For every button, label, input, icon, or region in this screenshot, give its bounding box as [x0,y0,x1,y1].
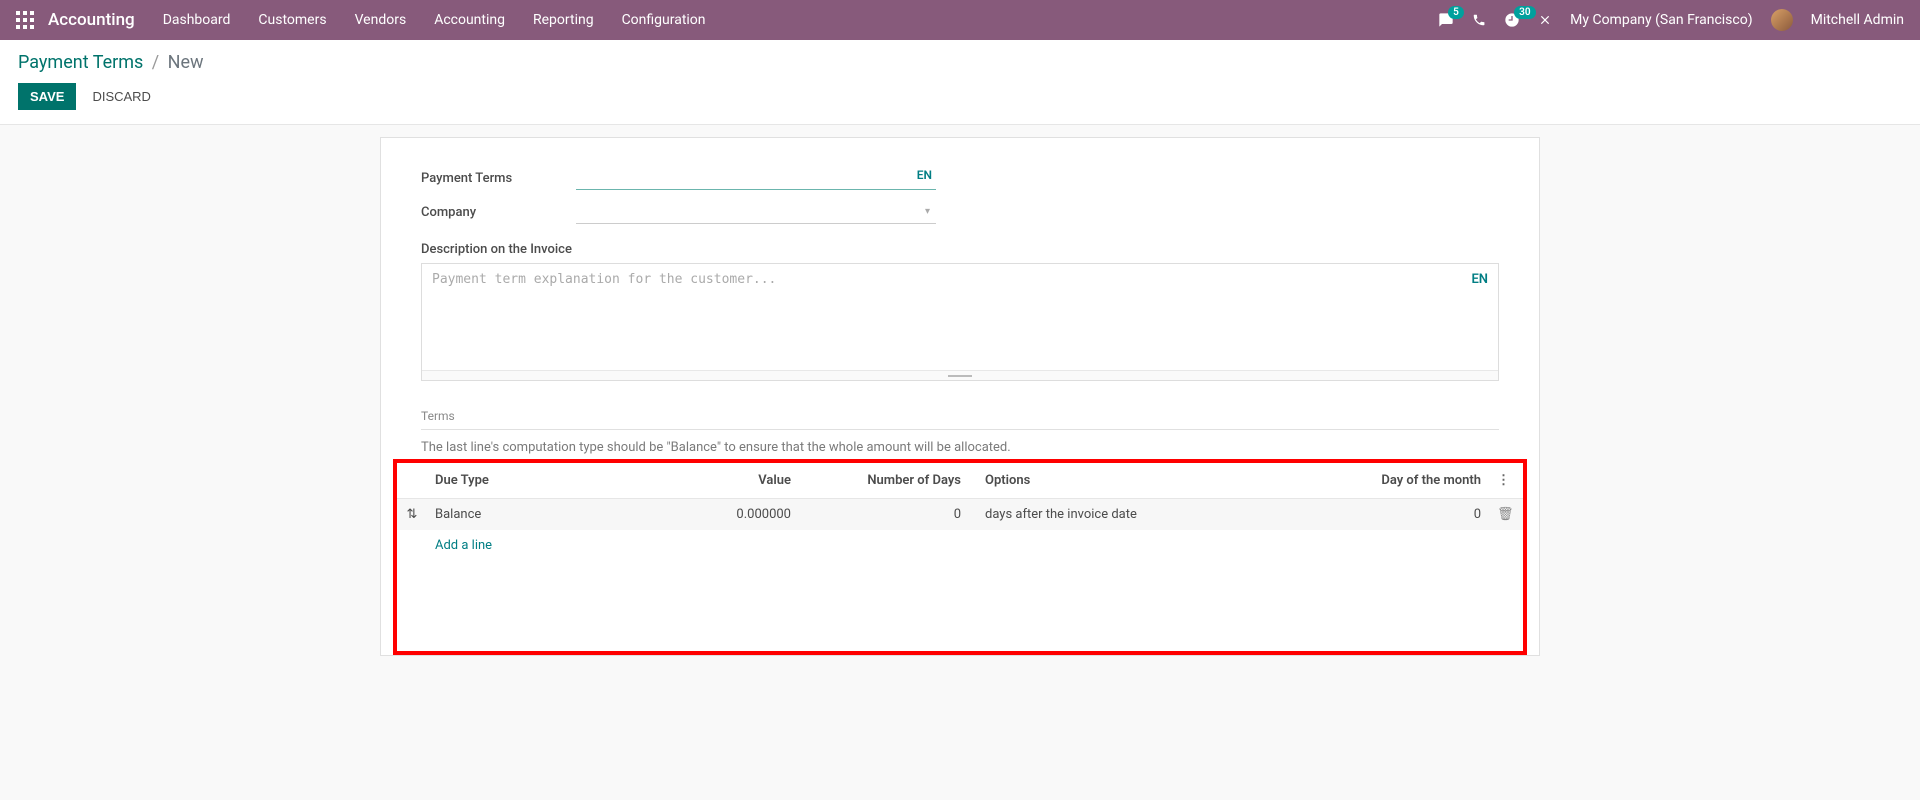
nav-reporting[interactable]: Reporting [533,12,594,28]
cell-value[interactable]: 0.000000 [629,499,799,531]
nav-vendors[interactable]: Vendors [355,12,407,28]
discard-button[interactable]: DISCARD [88,83,155,110]
payment-terms-input[interactable] [576,166,936,190]
resize-handle[interactable] [422,370,1498,380]
action-buttons: SAVE DISCARD [18,83,1902,110]
field-company-wrap: ▾ [576,200,936,224]
terms-hint: The last line's computation type should … [421,440,1499,455]
field-payment-terms-wrap: EN [576,166,936,190]
breadcrumb: Payment Terms / New [18,52,1902,73]
description-textarea[interactable] [422,264,1498,366]
label-description: Description on the Invoice [421,242,1499,257]
terms-section-title: Terms [421,409,1499,430]
close-icon[interactable] [1538,13,1552,27]
user-name[interactable]: Mitchell Admin [1811,12,1904,28]
nav-right: 5 30 My Company (San Francisco) Mitchell… [1438,9,1904,31]
terms-highlight: Due Type Value Number of Days Options Da… [393,459,1527,655]
trash-icon[interactable]: 🗑 [1497,507,1514,522]
control-panel: Payment Terms / New SAVE DISCARD [0,40,1920,125]
label-payment-terms: Payment Terms [421,171,576,186]
app-brand[interactable]: Accounting [48,10,135,30]
breadcrumb-separator: / [152,52,159,73]
col-optional[interactable]: ⋮ [1489,463,1523,499]
messages-icon[interactable]: 5 [1438,12,1454,28]
col-day-of-month[interactable]: Day of the month [1329,463,1489,499]
messages-badge: 5 [1448,6,1464,19]
save-button[interactable]: SAVE [18,83,76,110]
label-company: Company [421,205,576,220]
nav-configuration[interactable]: Configuration [622,12,706,28]
description-wrap: EN [421,263,1499,381]
nav-customers[interactable]: Customers [258,12,326,28]
avatar[interactable] [1771,9,1793,31]
col-handle [397,463,427,499]
translate-description-button[interactable]: EN [1471,272,1488,287]
col-number-of-days[interactable]: Number of Days [799,463,969,499]
phone-icon[interactable] [1472,13,1486,27]
translate-button[interactable]: EN [917,168,932,182]
cell-due-type[interactable]: Balance [427,499,629,531]
table-row[interactable]: ⇅ Balance 0.000000 0 days after the invo… [397,499,1523,531]
col-options[interactable]: Options [969,463,1329,499]
col-value[interactable]: Value [629,463,799,499]
nav-dashboard[interactable]: Dashboard [163,12,231,28]
field-company-row: Company ▾ [421,200,1499,224]
cell-options[interactable]: days after the invoice date [969,499,1329,531]
terms-header-row: Due Type Value Number of Days Options Da… [397,463,1523,499]
top-nav: Accounting Dashboard Customers Vendors A… [0,0,1920,40]
form-sheet: Payment Terms EN Company ▾ Description o… [380,137,1540,656]
cell-delete[interactable]: 🗑 [1489,499,1523,531]
company-input[interactable] [576,200,936,224]
field-payment-terms-row: Payment Terms EN [421,166,1499,190]
col-due-type[interactable]: Due Type [427,463,629,499]
company-switcher[interactable]: My Company (San Francisco) [1570,12,1752,28]
activities-badge: 30 [1514,6,1535,19]
main-content: Payment Terms EN Company ▾ Description o… [0,125,1920,696]
add-line-button[interactable]: Add a line [397,530,1523,561]
cell-day-of-month[interactable]: 0 [1329,499,1489,531]
kebab-icon[interactable]: ⋮ [1497,473,1510,488]
cell-number-of-days[interactable]: 0 [799,499,969,531]
apps-icon[interactable] [16,11,34,29]
chevron-down-icon[interactable]: ▾ [925,206,930,217]
nav-menu: Dashboard Customers Vendors Accounting R… [163,12,1438,28]
drag-handle-icon[interactable]: ⇅ [397,499,427,531]
add-line-row: Add a line [397,530,1523,561]
activities-icon[interactable]: 30 [1504,12,1520,28]
terms-table: Due Type Value Number of Days Options Da… [397,463,1523,561]
nav-accounting[interactable]: Accounting [434,12,505,28]
breadcrumb-parent[interactable]: Payment Terms [18,52,143,73]
breadcrumb-current: New [168,52,204,73]
